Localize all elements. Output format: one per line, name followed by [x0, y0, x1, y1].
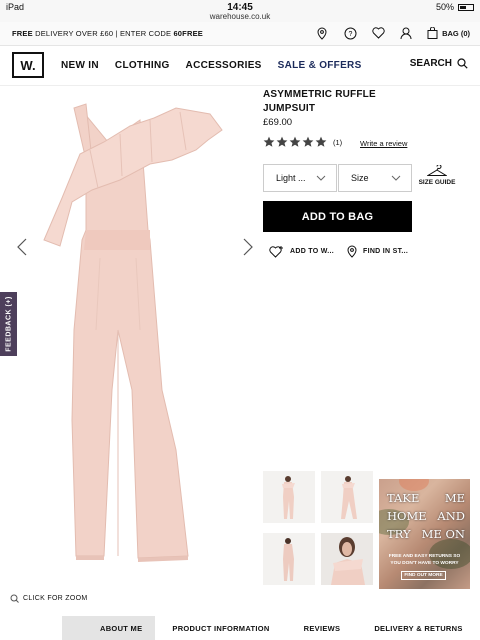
star-icon [289, 136, 301, 147]
size-select-value: Size [351, 173, 369, 183]
promo-bar: FREE DELIVERY OVER £60 | ENTER CODE 60FR… [0, 22, 480, 46]
store-locator-icon[interactable] [315, 26, 329, 40]
tab-about-me[interactable]: ABOUT ME [62, 616, 156, 640]
product-price: £69.00 [263, 117, 293, 128]
bag-label: BAG (0) [442, 28, 470, 38]
bag-button[interactable]: BAG (0) [427, 27, 470, 39]
add-to-wishlist-button[interactable]: ADD TO W... [269, 245, 334, 258]
zoom-magnifier-icon [10, 594, 19, 603]
tab-delivery-returns[interactable]: DELIVERY & RETURNS [357, 616, 479, 640]
nav-item-sale-offers[interactable]: SALE & OFFERS [278, 60, 362, 71]
rating-stars [263, 136, 327, 148]
write-review-link[interactable]: Write a review [360, 139, 407, 148]
shopping-bag-icon [427, 27, 438, 39]
heart-plus-icon [269, 246, 283, 258]
size-guide-button[interactable]: SIZE GUIDE [417, 165, 457, 186]
product-tabs: ABOUT ME PRODUCT INFORMATION REVIEWS DEL… [62, 616, 480, 640]
next-image-chevron-right-icon[interactable] [242, 238, 254, 256]
add-to-wishlist-label: ADD TO W... [290, 248, 335, 255]
promo-text: FREE DELIVERY OVER £60 | ENTER CODE 60FR… [12, 29, 203, 38]
nav-menu: NEW IN CLOTHING ACCESSORIES SALE & OFFER… [61, 60, 362, 71]
search-icon [457, 58, 468, 69]
star-icon [263, 136, 275, 147]
click-for-zoom[interactable]: CLICK FOR ZOOM [10, 594, 87, 603]
tab-product-information[interactable]: PRODUCT INFORMATION [155, 616, 286, 640]
take-me-home-promo[interactable]: TAKE ME HOME AND TRY ME ON FREE AND EASY RE… [379, 479, 470, 589]
colour-select-value: Light ... [276, 173, 306, 183]
chevron-down-icon [316, 175, 326, 181]
hanger-icon [427, 165, 447, 176]
star-icon [302, 136, 314, 147]
thumbnail-front[interactable] [263, 471, 315, 523]
feedback-tab[interactable]: FEEDBACK (+) [0, 292, 17, 356]
feedback-label: FEEDBACK (+) [5, 296, 12, 352]
colour-select[interactable]: Light ... [263, 164, 337, 192]
chevron-down-icon [391, 175, 401, 181]
thumbnail-side[interactable] [321, 471, 373, 523]
product-title: ASYMMETRIC RUFFLE JUMPSUIT [263, 89, 376, 114]
star-icon [315, 136, 327, 147]
search-button[interactable]: SEARCH [410, 58, 468, 69]
wishlist-heart-icon[interactable] [371, 26, 385, 40]
main-nav: W. NEW IN CLOTHING ACCESSORIES SALE & OF… [0, 46, 480, 86]
battery-percent: 50% [435, 2, 454, 12]
find-in-store-label: FIND IN ST... [363, 248, 409, 255]
product-image[interactable] [0, 90, 262, 590]
location-pin-icon [347, 245, 357, 258]
svg-text:?: ? [348, 31, 352, 38]
thumbnail-closeup[interactable] [321, 533, 373, 585]
thumbnail-back[interactable] [263, 533, 315, 585]
tab-reviews[interactable]: REVIEWS [287, 616, 358, 640]
zoom-label: CLICK FOR ZOOM [23, 595, 88, 602]
rating-count: (1) [333, 137, 343, 147]
warehouse-logo[interactable]: W. [12, 52, 44, 78]
url-label: warehouse.co.uk [209, 12, 271, 21]
find-out-more-button[interactable]: FIND OUT MORE [401, 571, 446, 580]
account-user-icon[interactable] [399, 26, 413, 40]
status-right: 50% [436, 2, 474, 12]
size-select[interactable]: Size [338, 164, 412, 192]
product-rating[interactable]: (1) [263, 136, 342, 148]
help-icon[interactable]: ? [343, 26, 357, 40]
utility-icons: ? BAG (0) [315, 26, 470, 40]
nav-item-new-in[interactable]: NEW IN [61, 60, 99, 71]
battery-level [460, 5, 466, 9]
battery-icon [458, 3, 474, 11]
nav-item-accessories[interactable]: ACCESSORIES [186, 60, 262, 71]
nav-item-clothing[interactable]: CLOTHING [115, 60, 170, 71]
prev-image-chevron-left-icon[interactable] [16, 238, 28, 256]
find-in-store-button[interactable]: FIND IN ST... [347, 245, 408, 258]
add-to-bag-button[interactable]: ADD TO BAG [263, 201, 412, 232]
size-guide-label: SIZE GUIDE [418, 179, 456, 186]
star-icon [276, 136, 288, 147]
search-label: SEARCH [409, 58, 452, 69]
promo-subtext: FREE AND EASY RETURNS SO YOU DON'T HAVE … [388, 554, 461, 566]
promo-headline: TAKE ME HOME AND TRY ME ON [387, 491, 465, 541]
ios-status-bar: iPad 14:45 warehouse.co.uk 50% [0, 0, 480, 22]
